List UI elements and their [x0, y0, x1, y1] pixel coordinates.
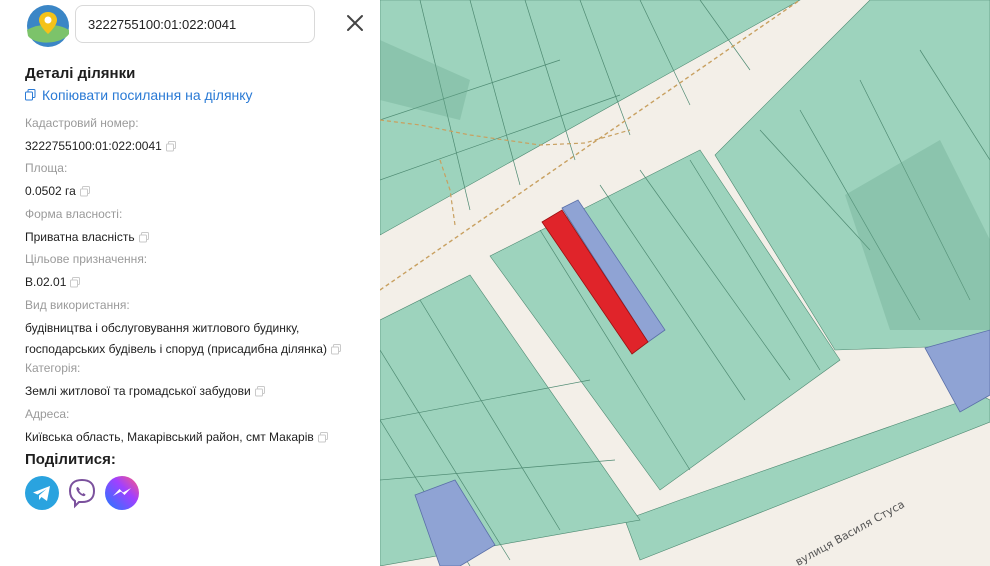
field-label: Кадастровий номер: [25, 116, 139, 130]
field-value: Київська область, Макарівський район, см… [25, 430, 314, 444]
panel-title: Деталі ділянки [25, 65, 136, 82]
parcel-details-panel: Деталі ділянки Копіювати посилання на ді… [0, 0, 380, 566]
field-address: Адреса: Київська область, Макарівський р… [25, 406, 328, 448]
search-input[interactable] [75, 5, 315, 43]
field-value: Землі житлової та громадської забудови [25, 384, 251, 398]
field-label: Вид використання: [25, 298, 130, 312]
telegram-icon[interactable] [25, 476, 59, 510]
field-value-line-2: господарських будівель і споруд (присади… [25, 342, 327, 356]
copy-icon[interactable] [317, 432, 328, 443]
field-label: Площа: [25, 161, 68, 175]
field-area: Площа: 0.0502 га [25, 160, 90, 202]
close-icon[interactable] [344, 12, 366, 34]
copy-icon[interactable] [138, 232, 149, 243]
field-category: Категорія: Землі житлової та громадської… [25, 360, 265, 402]
field-ownership: Форма власності: Приватна власність [25, 206, 149, 248]
field-value-line-1: будівництва і обслуговування житлового б… [25, 321, 300, 335]
cadastral-map[interactable]: вулиця Василя Стуса [380, 0, 990, 566]
field-value: Приватна власність [25, 230, 135, 244]
field-value: B.02.01 [25, 275, 67, 289]
copy-icon[interactable] [330, 344, 341, 355]
field-purpose: Цільове призначення: B.02.01 [25, 251, 147, 293]
field-label: Категорія: [25, 361, 81, 375]
field-cadastral-number: Кадастровий номер: 3222755100:01:022:004… [25, 115, 176, 157]
viber-icon[interactable] [65, 476, 99, 510]
copy-link-label: Копіювати посилання на ділянку [42, 87, 253, 103]
copy-icon[interactable] [254, 386, 265, 397]
app-logo-icon [27, 5, 69, 47]
messenger-icon[interactable] [105, 476, 139, 510]
field-label: Цільове призначення: [25, 252, 148, 266]
share-title: Поділитися: [25, 451, 116, 468]
copy-icon[interactable] [70, 277, 81, 288]
copy-link-button[interactable]: Копіювати посилання на ділянку [25, 87, 253, 103]
field-usage: Вид використання: будівництва і обслугов… [25, 297, 341, 360]
field-value: 0.0502 га [25, 184, 76, 198]
copy-icon[interactable] [79, 186, 90, 197]
copy-link-icon [25, 89, 36, 101]
field-label: Адреса: [25, 407, 70, 421]
field-label: Форма власності: [25, 207, 123, 221]
field-value: 3222755100:01:022:0041 [25, 139, 162, 153]
copy-icon[interactable] [165, 141, 176, 152]
